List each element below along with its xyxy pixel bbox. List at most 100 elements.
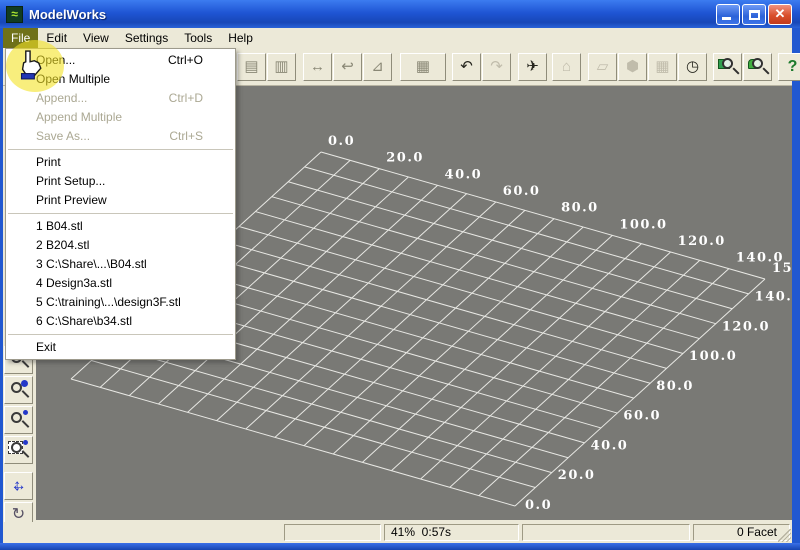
axis-label: 80.0: [561, 201, 599, 216]
pin-dart-icon: ✈: [526, 58, 539, 75]
file-menu-item-print-preview[interactable]: Print Preview: [6, 191, 235, 210]
menu-settings[interactable]: Settings: [117, 28, 176, 48]
import-mesh-button[interactable]: ▥: [267, 53, 296, 81]
menu-item-label: Print Setup...: [36, 174, 105, 188]
menu-item-shortcut: Ctrl+S: [169, 127, 203, 146]
window-border-right: [792, 28, 800, 543]
axis-label: 20.0: [558, 468, 596, 483]
axis-label: 60.0: [623, 409, 661, 424]
menu-edit[interactable]: Edit: [38, 28, 75, 48]
zoom-in-button[interactable]: [4, 376, 33, 404]
file-menu-item-exit[interactable]: Exit: [6, 338, 235, 357]
window-title: ModelWorks: [29, 7, 106, 22]
menu-item-label: 1 B04.stl: [36, 219, 83, 233]
axis-label: 152.4: [772, 261, 792, 276]
undo-icon: ↶: [460, 58, 473, 75]
file-menu-item-open-multiple[interactable]: Open Multiple: [6, 70, 235, 89]
status-panel-empty-1: [284, 524, 381, 541]
grid-view-button[interactable]: ▦: [648, 53, 677, 81]
status-panel-empty-2: [522, 524, 690, 541]
menu-file[interactable]: File: [3, 28, 38, 48]
pan-icon: ↔↔: [5, 473, 32, 499]
dimension-icon: ⌂: [562, 58, 571, 75]
axis-label: 100.0: [619, 217, 667, 232]
zoom-grid-button[interactable]: [713, 53, 742, 81]
menu-item-label: 6 C:\Share\b34.stl: [36, 314, 132, 328]
menu-separator: [8, 149, 233, 150]
shaded-view-icon: ▱: [597, 58, 609, 75]
file-menu-item-print[interactable]: Print: [6, 153, 235, 172]
axis-label: 0.0: [525, 498, 552, 513]
menu-bar: FileEditViewSettingsToolsHelp: [3, 28, 792, 48]
facet-reduce-button[interactable]: ⊿: [363, 53, 392, 81]
menu-view[interactable]: View: [75, 28, 117, 48]
redo-button[interactable]: ↷: [482, 53, 511, 81]
rotate-icon: ↻: [5, 504, 32, 524]
file-menu-item-3-c-share-b04-stl[interactable]: 3 C:\Share\...\B04.stl: [6, 255, 235, 274]
menu-item-label: 2 B204.stl: [36, 238, 89, 252]
menu-item-shortcut: Ctrl+D: [169, 89, 203, 108]
file-menu-item-2-b204-stl[interactable]: 2 B204.stl: [6, 236, 235, 255]
undo-button[interactable]: ↶: [452, 53, 481, 81]
axis-label: 60.0: [503, 184, 541, 199]
menu-tools[interactable]: Tools: [176, 28, 220, 48]
pan-button[interactable]: ↔↔: [4, 472, 33, 500]
zoom-window-button[interactable]: [4, 436, 33, 464]
export-mesh-button[interactable]: ▤: [237, 53, 266, 81]
mesh-stretch-icon: ▦: [416, 58, 430, 75]
menu-item-label: Exit: [36, 340, 56, 354]
menu-item-label: Append...: [36, 91, 87, 105]
modelworks-window: 0.020.040.060.080.0100.0120.0140.0152.41…: [0, 0, 800, 550]
menu-item-label: 5 C:\training\...\design3F.stl: [36, 295, 181, 309]
dimension-button[interactable]: ⌂: [552, 53, 581, 81]
resize-grip[interactable]: [778, 529, 791, 542]
zoom-refresh-icon: [744, 54, 771, 80]
menu-item-label: Print Preview: [36, 193, 107, 207]
grid-view-icon: ▦: [655, 58, 669, 75]
pin-dart-button[interactable]: ✈: [518, 53, 547, 81]
solid-view-button[interactable]: ⬢: [618, 53, 647, 81]
help-button[interactable]: ?: [778, 53, 800, 81]
measure-width-icon: ↔: [310, 58, 325, 75]
file-menu-item-6-c-share-b34-stl[interactable]: 6 C:\Share\b34.stl: [6, 312, 235, 331]
status-facet-count: 0 Facet: [693, 524, 790, 541]
measure-width-button[interactable]: ↔: [303, 53, 332, 81]
solid-view-icon: ⬢: [626, 58, 639, 75]
app-icon: ≈: [6, 6, 23, 23]
menu-help[interactable]: Help: [220, 28, 261, 48]
mesh-stretch-button[interactable]: ▦: [400, 53, 446, 81]
file-menu-item-save-as[interactable]: Save As...Ctrl+S: [6, 127, 235, 146]
maximize-button[interactable]: [742, 4, 766, 25]
status-progress: 41% 0:57s: [384, 524, 519, 541]
export-mesh-icon: ▤: [244, 58, 258, 75]
file-menu-item-append[interactable]: Append... Ctrl+D: [6, 89, 235, 108]
zoom-out-icon: [11, 412, 22, 423]
facet-reduce-icon: ⊿: [371, 58, 384, 75]
file-menu-item-append-multiple[interactable]: Append Multiple: [6, 108, 235, 127]
axis-label: 120.0: [678, 234, 726, 249]
zoom-out-button[interactable]: [4, 406, 33, 434]
menu-item-label: Open...: [36, 53, 75, 67]
file-menu-item-open[interactable]: Open...Ctrl+O: [6, 51, 235, 70]
maximize-icon: [749, 10, 760, 20]
minimize-button[interactable]: [716, 4, 740, 25]
file-menu-item-print-setup[interactable]: Print Setup...: [6, 172, 235, 191]
close-button[interactable]: ✕: [768, 4, 792, 25]
axis-label: 20.0: [386, 151, 424, 166]
shaded-view-button[interactable]: ▱: [588, 53, 617, 81]
timer-icon: ◷: [686, 58, 699, 75]
measure-wrap-button[interactable]: ↩: [333, 53, 362, 81]
file-menu-item-5-c-training-design3f-stl[interactable]: 5 C:\training\...\design3F.stl: [6, 293, 235, 312]
menu-separator: [8, 213, 233, 214]
status-bar: 41% 0:57s 0 Facet: [3, 522, 792, 543]
measure-wrap-icon: ↩: [341, 58, 354, 75]
timer-button[interactable]: ◷: [678, 53, 707, 81]
axis-label: 140.0: [755, 289, 792, 304]
axis-label: 80.0: [656, 379, 694, 394]
file-menu-item-4-design3a-stl[interactable]: 4 Design3a.stl: [6, 274, 235, 293]
file-menu-item-1-b04-stl[interactable]: 1 B04.stl: [6, 217, 235, 236]
window-border-bottom: [0, 543, 800, 550]
menu-item-label: Print: [36, 155, 61, 169]
zoom-refresh-button[interactable]: [743, 53, 772, 81]
minimize-icon: [722, 17, 731, 20]
